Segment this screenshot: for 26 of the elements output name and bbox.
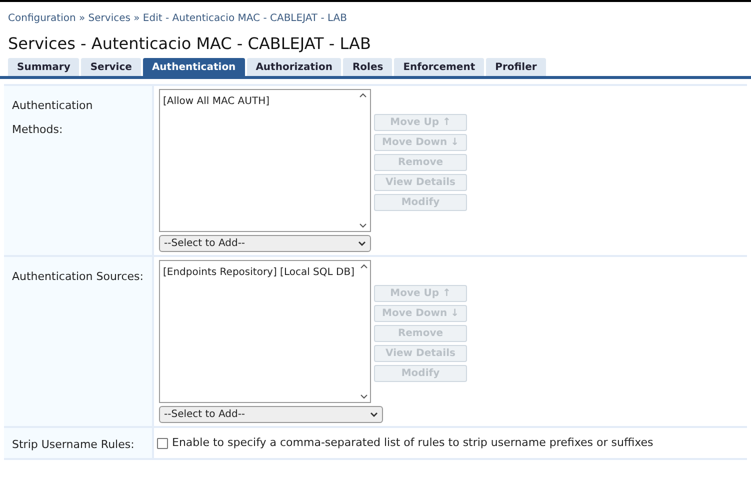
page-title: Services - Autenticacio MAC - CABLEJAT - LAB bbox=[8, 34, 372, 54]
scroll-down-icon[interactable] bbox=[360, 394, 368, 400]
tab[interactable]: Enforcement bbox=[394, 58, 484, 76]
checkbox[interactable] bbox=[157, 438, 168, 448]
tab[interactable]: Summary bbox=[8, 58, 80, 76]
field-label: Authentication Methods: bbox=[12, 99, 93, 136]
tab[interactable]: Profiler bbox=[486, 58, 546, 76]
list-box[interactable]: [Allow All MAC AUTH] bbox=[159, 89, 371, 232]
list-box[interactable]: [Endpoints Repository] [Local SQL DB] bbox=[159, 260, 371, 403]
chevron-down-icon bbox=[358, 240, 366, 246]
checkbox-label: Enable to specify a comma-separated list of rules to strip username prefixes or suffixes bbox=[172, 434, 654, 451]
tab[interactable]: Authentication bbox=[142, 58, 245, 76]
select-dropdown[interactable]: --Select to Add-- bbox=[159, 406, 383, 423]
tab[interactable]: Service bbox=[81, 58, 141, 76]
scroll-up-icon[interactable] bbox=[359, 92, 367, 98]
list-item[interactable]: [Allow All MAC AUTH] bbox=[163, 94, 353, 109]
tab[interactable]: Roles bbox=[343, 58, 392, 76]
scroll-down-icon[interactable] bbox=[359, 223, 367, 229]
field-label: Authentication Sources: bbox=[12, 270, 144, 283]
list-item[interactable]: [Endpoints Repository] [Local SQL DB] bbox=[163, 265, 354, 280]
chevron-down-icon bbox=[370, 412, 378, 418]
field-label: Strip Username Rules: bbox=[12, 438, 134, 451]
scroll-up-icon[interactable] bbox=[360, 263, 368, 269]
breadcrumb: Configuration » Services » Edit - Autenticacio MAC - CABLEJAT - LAB bbox=[8, 13, 347, 24]
select-dropdown[interactable]: --Select to Add-- bbox=[159, 235, 371, 252]
tab[interactable]: Authorization bbox=[246, 58, 342, 76]
